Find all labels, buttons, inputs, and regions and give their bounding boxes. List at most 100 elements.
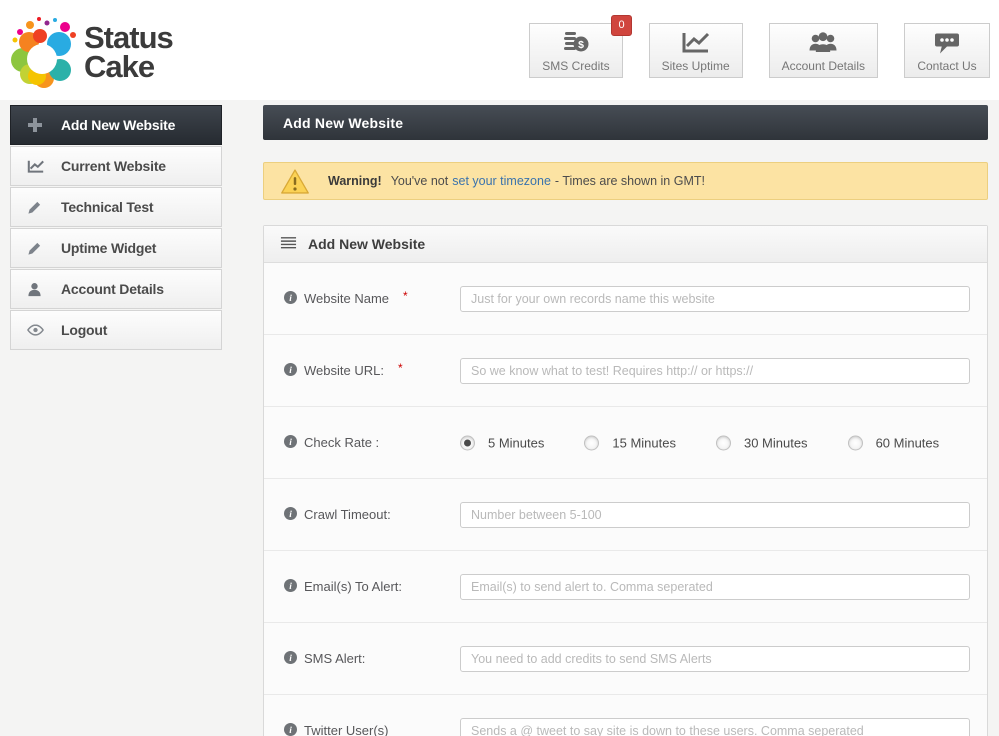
radio-option-30-minutes[interactable]: 30 Minutes [715, 435, 808, 450]
sidebar-item-current-website[interactable]: Current Website [10, 146, 222, 186]
radio-option-label: 15 Minutes [612, 435, 676, 450]
eye-icon [27, 324, 49, 336]
radio-option-label: 5 Minutes [488, 435, 545, 450]
sidebar-item-add-new-website[interactable]: Add New Website [10, 105, 222, 145]
field-input-area [460, 285, 970, 312]
input-website-url[interactable] [460, 357, 970, 384]
form-row-crawl-timeout: i Crawl Timeout: [264, 479, 987, 551]
field-label-text: Website URL: [304, 363, 384, 378]
field-label-text: Twitter User(s) [304, 723, 389, 736]
panel-header: Add New Website [264, 226, 987, 263]
field-label-text: Website Name [304, 291, 390, 306]
nav-button-sites-uptime[interactable]: Sites Uptime [648, 23, 743, 78]
required-asterisk: * [403, 288, 408, 303]
page-title-bar: Add New Website [263, 105, 988, 140]
menu-icon [280, 236, 297, 253]
sidebar-item-technical-test[interactable]: Technical Test [10, 187, 222, 227]
radio-option-label: 30 Minutes [743, 435, 808, 450]
nav-button-label: Account Details [781, 58, 865, 73]
input-website-name[interactable] [460, 285, 970, 312]
nav-button-account-details[interactable]: Account Details [768, 23, 878, 78]
sidebar: Add New Website Current Website Technical … [10, 105, 222, 351]
field-input-area [460, 717, 970, 736]
info-icon[interactable]: i [284, 578, 297, 595]
info-icon[interactable]: i [284, 722, 297, 736]
radio-button[interactable] [584, 435, 600, 450]
sidebar-item-account-details[interactable]: Account Details [10, 269, 222, 309]
page-title: Add New Website [283, 114, 404, 131]
form-rows: i Website Name * i Website URL: * i Check Rate … [264, 263, 987, 736]
info-icon[interactable]: i [284, 650, 297, 667]
nav-button-label: Contact Us [917, 58, 977, 73]
users-icon [807, 29, 839, 56]
info-icon[interactable]: i [284, 506, 297, 523]
radio-option-15-minutes[interactable]: 15 Minutes [584, 435, 676, 450]
chart-line-icon [27, 159, 49, 174]
field-label: i Website URL: * [284, 360, 403, 379]
warning-banner: Warning! You've not set your timezone - … [263, 162, 988, 200]
field-label-text: SMS Alert: [304, 651, 366, 666]
input-twitter-user-s[interactable] [460, 717, 970, 736]
radio-option-60-minutes[interactable]: 60 Minutes [847, 435, 940, 450]
field-label-text: Email(s) To Alert: [304, 579, 403, 594]
field-input-area [460, 573, 970, 600]
input-email-s-to-alert[interactable] [460, 573, 970, 600]
sidebar-item-label: Add New Website [61, 117, 176, 133]
nav-button-contact-us[interactable]: Contact Us [904, 23, 990, 78]
field-label-text: Crawl Timeout: [304, 507, 391, 522]
header-nav: $ SMS Credits 0 Sites Uptime Account Details… [529, 15, 990, 78]
info-icon[interactable]: i [284, 362, 297, 379]
field-input-area [460, 357, 970, 384]
sidebar-item-label: Current Website [61, 158, 166, 174]
radio-option-5-minutes[interactable]: 5 Minutes [460, 435, 544, 450]
warning-icon [280, 168, 310, 195]
statuscake-logo-icon [8, 12, 87, 93]
form-row-website-url: i Website URL: * [264, 335, 987, 407]
radio-button[interactable] [460, 435, 475, 450]
input-crawl-timeout[interactable] [460, 501, 970, 528]
nav-button-sms-credits[interactable]: $ SMS Credits 0 [529, 15, 632, 78]
field-label: i Twitter User(s) [284, 722, 389, 736]
field-label: i Email(s) To Alert: [284, 578, 403, 595]
radio-option-label: 60 Minutes [875, 435, 940, 450]
coins-icon: $ [562, 29, 590, 56]
panel-title: Add New Website [308, 236, 426, 252]
sidebar-item-label: Uptime Widget [61, 240, 157, 256]
logo-line2: Cake [84, 48, 155, 84]
user-icon [27, 282, 49, 297]
field-input-area: 5 Minutes 15 Minutes 30 Minutes 60 Minutes [460, 435, 970, 450]
nav-button-label: SMS Credits [542, 58, 610, 73]
chat-icon [933, 29, 961, 56]
warning-bold: Warning! [328, 174, 382, 188]
field-label: i Check Rate : [284, 434, 379, 451]
sidebar-item-logout[interactable]: Logout [10, 310, 222, 350]
main-content: Add New Website Warning! You've not set … [263, 105, 988, 736]
svg-text:i: i [289, 581, 292, 591]
input-sms-alert[interactable] [460, 645, 970, 672]
field-input-area [460, 645, 970, 672]
form-row-sms-alert: i SMS Alert: [264, 623, 987, 695]
pencil-icon [27, 200, 49, 215]
radio-button[interactable] [847, 435, 863, 450]
logo-text: Status Cake [84, 22, 174, 84]
required-asterisk: * [397, 360, 403, 375]
set-timezone-link[interactable]: set your timezone [452, 174, 551, 188]
radio-button[interactable] [715, 435, 731, 450]
info-icon[interactable]: i [284, 290, 297, 307]
app-header: Status Cake $ SMS Credits 0 Sites Uptime Acc… [0, 0, 999, 100]
logo[interactable]: Status Cake [8, 12, 174, 93]
form-row-check-rate: i Check Rate : 5 Minutes 15 Minutes 30 Minut… [264, 407, 987, 479]
svg-text:i: i [289, 653, 292, 663]
svg-text:i: i [289, 293, 292, 303]
plus-icon [27, 117, 49, 133]
pencil-icon [27, 241, 49, 256]
chart-icon [681, 29, 711, 56]
add-website-panel: Add New Website i Website Name * i Website U… [263, 225, 988, 736]
svg-text:i: i [289, 437, 292, 447]
warning-text-pre: You've not [390, 174, 449, 188]
info-icon[interactable]: i [284, 434, 297, 451]
nav-button-label: Sites Uptime [661, 58, 730, 73]
svg-text:$: $ [578, 39, 584, 51]
sidebar-item-label: Account Details [61, 281, 164, 297]
sidebar-item-uptime-widget[interactable]: Uptime Widget [10, 228, 222, 268]
